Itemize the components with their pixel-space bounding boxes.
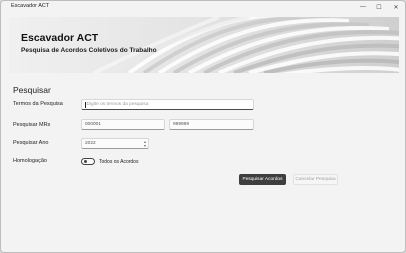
all-agreements-toggle[interactable] [81, 158, 95, 165]
search-terms-input[interactable]: Digite os termos da pesquisa [81, 99, 254, 110]
year-number-box[interactable]: 2022 ▴ ▾ [81, 138, 149, 149]
header-banner: Escavador ACT Pesquisa de Acordos Coleti… [9, 17, 399, 73]
window-title: Escavador ACT [11, 3, 50, 9]
mrs-from-input[interactable]: 000001 [81, 119, 165, 130]
search-terms-placeholder: Digite os termos da pesquisa [86, 102, 149, 107]
banner-subtitle: Pesquisa de Acordos Coletivos do Trabalh… [21, 47, 157, 54]
homologacao-label: Homologação [13, 158, 47, 164]
mrs-to-value: 999999 [173, 122, 190, 127]
title-bar[interactable]: Escavador ACT — ☐ ✕ [1, 1, 405, 14]
search-agreements-button[interactable]: Pesquisar Acordos [239, 174, 286, 185]
terms-label: Termos da Pesquisa [13, 101, 63, 107]
cancel-search-button[interactable]: Cancelar Pesquisa [293, 174, 338, 185]
spin-arrows-icon[interactable]: ▴ ▾ [144, 140, 146, 148]
mrs-label: Pesquisar MRs [13, 122, 51, 128]
maximize-button[interactable]: ☐ [371, 1, 387, 13]
app-window: Escavador ACT — ☐ ✕ Escavador ACT Pesqui… [0, 0, 406, 253]
toggle-knob [83, 160, 87, 163]
close-button[interactable]: ✕ [388, 1, 404, 13]
toggle-label: Todos os Acordos [99, 159, 139, 165]
year-label: Pesquisar Ano [13, 140, 49, 146]
text-caret [85, 101, 86, 108]
banner-title: Escavador ACT [21, 32, 99, 44]
mrs-from-value: 000001 [85, 122, 102, 127]
banner-wave-graphic [9, 17, 399, 73]
year-value: 2022 [85, 141, 96, 146]
minimize-button[interactable]: — [355, 1, 371, 13]
section-title: Pesquisar [13, 85, 51, 95]
mrs-to-input[interactable]: 999999 [169, 119, 254, 130]
